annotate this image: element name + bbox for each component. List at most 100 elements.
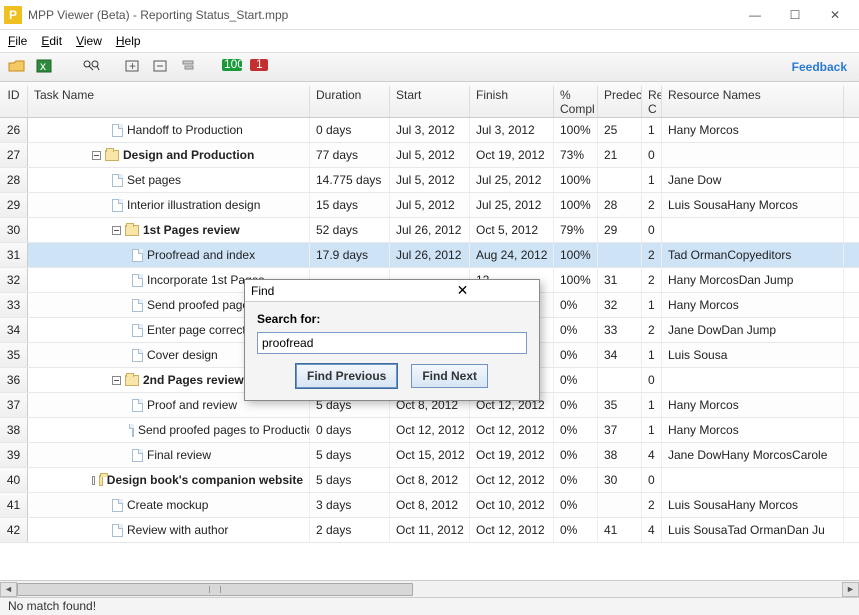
find-icon[interactable]	[82, 59, 100, 75]
col-rec[interactable]: Re C	[642, 86, 662, 117]
toolbar: x + 100 1 Feedback	[0, 52, 859, 82]
table-row[interactable]: 29Interior illustration design15 daysJul…	[0, 193, 859, 218]
find-label: Search for:	[257, 312, 527, 326]
cell-id: 27	[0, 143, 28, 167]
toggle-icon[interactable]	[112, 376, 121, 385]
search-input[interactable]	[257, 332, 527, 354]
menu-help[interactable]: Help	[116, 34, 141, 48]
col-duration[interactable]: Duration	[310, 86, 390, 117]
cell-complete: 100%	[554, 193, 598, 217]
outline-icon[interactable]	[180, 59, 198, 75]
close-button[interactable]: ✕	[815, 1, 855, 29]
cell-rec: 4	[642, 443, 662, 467]
folder-icon	[105, 150, 119, 161]
badge-100-icon[interactable]: 100	[222, 59, 240, 75]
statusbar: No match found!	[0, 597, 859, 615]
cell-resources	[662, 218, 844, 242]
minimize-button[interactable]: —	[735, 1, 775, 29]
cell-complete: 79%	[554, 218, 598, 242]
toggle-icon[interactable]	[92, 151, 101, 160]
cell-id: 41	[0, 493, 28, 517]
menubar: File Edit View Help	[0, 30, 859, 52]
cell-duration: 14.775 days	[310, 168, 390, 192]
scroll-left-arrow[interactable]: ◄	[0, 582, 17, 597]
table-row[interactable]: 301st Pages review52 daysJul 26, 2012Oct…	[0, 218, 859, 243]
cell-rec: 1	[642, 118, 662, 142]
cell-pred: 33	[598, 318, 642, 342]
expand-icon[interactable]: +	[124, 59, 142, 75]
cell-taskname: Interior illustration design	[28, 193, 310, 217]
cell-pred: 37	[598, 418, 642, 442]
svg-text:+: +	[129, 59, 136, 73]
col-predecessors[interactable]: Predec	[598, 86, 642, 117]
menu-file[interactable]: File	[8, 34, 27, 48]
window-title: MPP Viewer (Beta) - Reporting Status_Sta…	[28, 8, 735, 22]
table-row[interactable]: 31Proofread and index17.9 daysJul 26, 20…	[0, 243, 859, 268]
cell-pred	[598, 243, 642, 267]
cell-start: Jul 26, 2012	[390, 218, 470, 242]
cell-id: 38	[0, 418, 28, 442]
cell-rec: 1	[642, 293, 662, 317]
col-taskname[interactable]: Task Name	[28, 86, 310, 117]
col-start[interactable]: Start	[390, 86, 470, 117]
badge-1-icon[interactable]: 1	[250, 59, 268, 75]
folder-icon	[99, 475, 103, 486]
col-id[interactable]: ID	[0, 86, 28, 117]
table-row[interactable]: 42Review with author2 daysOct 11, 2012Oc…	[0, 518, 859, 543]
cell-id: 29	[0, 193, 28, 217]
cell-resources	[662, 143, 844, 167]
cell-rec: 4	[642, 518, 662, 542]
cell-complete: 100%	[554, 118, 598, 142]
cell-id: 26	[0, 118, 28, 142]
col-resources[interactable]: Resource Names	[662, 86, 844, 117]
find-previous-button[interactable]: Find Previous	[296, 364, 397, 388]
table-row[interactable]: 40Design book's companion website5 daysO…	[0, 468, 859, 493]
find-dialog-title: Find	[251, 284, 392, 298]
cell-pred: 34	[598, 343, 642, 367]
table-row[interactable]: 39Final review5 daysOct 15, 2012Oct 19, …	[0, 443, 859, 468]
cell-pred: 38	[598, 443, 642, 467]
toggle-icon[interactable]	[92, 476, 95, 485]
cell-resources: Tad OrmanCopyeditors	[662, 243, 844, 267]
cell-resources: Luis SousaHany Morcos	[662, 493, 844, 517]
menu-edit[interactable]: Edit	[41, 34, 62, 48]
cell-id: 34	[0, 318, 28, 342]
find-next-button[interactable]: Find Next	[411, 364, 488, 388]
feedback-link[interactable]: Feedback	[792, 60, 851, 74]
table-row[interactable]: 41Create mockup3 daysOct 8, 2012Oct 10, …	[0, 493, 859, 518]
cell-id: 32	[0, 268, 28, 292]
cell-rec: 1	[642, 343, 662, 367]
menu-view[interactable]: View	[76, 34, 102, 48]
page-icon	[112, 124, 123, 137]
cell-pred: 35	[598, 393, 642, 417]
scroll-thumb[interactable]	[17, 583, 413, 596]
app-icon: P	[4, 6, 22, 24]
cell-duration: 5 days	[310, 443, 390, 467]
cell-id: 36	[0, 368, 28, 392]
page-icon	[132, 449, 143, 462]
toggle-icon[interactable]	[112, 226, 121, 235]
cell-duration: 15 days	[310, 193, 390, 217]
maximize-button[interactable]: ☐	[775, 1, 815, 29]
svg-text:x: x	[40, 59, 46, 73]
cell-pred: 41	[598, 518, 642, 542]
cell-id: 28	[0, 168, 28, 192]
close-icon[interactable]: ✕	[392, 283, 533, 299]
cell-complete: 100%	[554, 268, 598, 292]
table-row[interactable]: 28Set pages14.775 daysJul 5, 2012Jul 25,…	[0, 168, 859, 193]
cell-resources: Luis Sousa	[662, 343, 844, 367]
scroll-right-arrow[interactable]: ►	[842, 582, 859, 597]
horizontal-scrollbar[interactable]: ◄ ►	[0, 580, 859, 597]
cell-id: 40	[0, 468, 28, 492]
cell-finish: Oct 19, 2012	[470, 443, 554, 467]
col-finish[interactable]: Finish	[470, 86, 554, 117]
export-excel-icon[interactable]: x	[36, 59, 54, 75]
collapse-icon[interactable]	[152, 59, 170, 75]
table-row[interactable]: 38Send proofed pages to Production0 days…	[0, 418, 859, 443]
table-row[interactable]: 27Design and Production77 daysJul 5, 201…	[0, 143, 859, 168]
open-icon[interactable]	[8, 59, 26, 75]
table-row[interactable]: 26Handoff to Production0 daysJul 3, 2012…	[0, 118, 859, 143]
cell-complete: 0%	[554, 318, 598, 342]
col-complete[interactable]: % Compl	[554, 86, 598, 117]
cell-taskname: Design book's companion website	[28, 468, 310, 492]
